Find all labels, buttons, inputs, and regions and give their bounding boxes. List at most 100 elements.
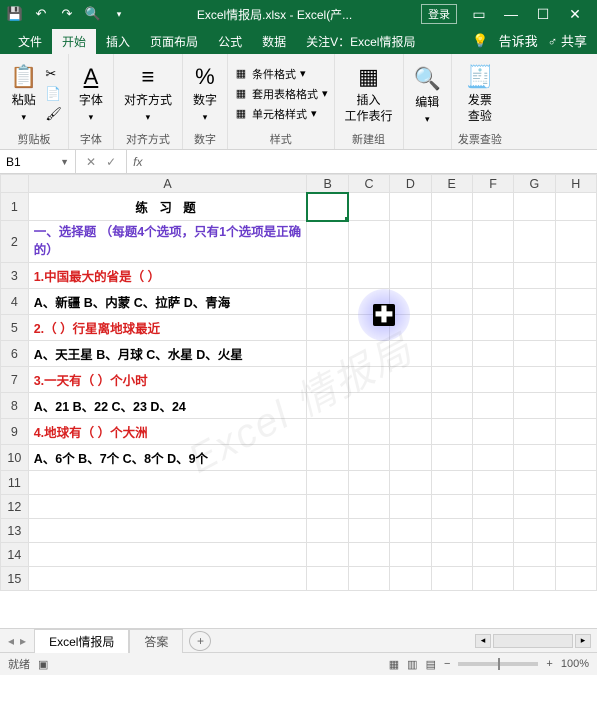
cell-H8[interactable] xyxy=(555,393,596,419)
cell-H1[interactable] xyxy=(555,193,596,221)
cell-D5[interactable] xyxy=(390,315,431,341)
undo-icon[interactable]: ↶ xyxy=(32,5,50,23)
cell-D10[interactable] xyxy=(390,445,431,471)
cell-G14[interactable] xyxy=(514,543,555,567)
cell-D14[interactable] xyxy=(390,543,431,567)
edit-button[interactable]: 🔍编辑▾ xyxy=(410,63,445,129)
cell-D13[interactable] xyxy=(390,519,431,543)
view-normal-icon[interactable]: ▦ xyxy=(389,658,399,671)
cell-H5[interactable] xyxy=(555,315,596,341)
row-head-15[interactable]: 15 xyxy=(1,567,29,591)
cell-A14[interactable] xyxy=(28,543,307,567)
cell-A11[interactable] xyxy=(28,471,307,495)
cell-B10[interactable] xyxy=(307,445,348,471)
cell-D8[interactable] xyxy=(390,393,431,419)
row-head-1[interactable]: 1 xyxy=(1,193,29,221)
cell-E1[interactable] xyxy=(431,193,472,221)
cell-H3[interactable] xyxy=(555,263,596,289)
cell-C10[interactable] xyxy=(348,445,389,471)
cell-E13[interactable] xyxy=(431,519,472,543)
cell-A13[interactable] xyxy=(28,519,307,543)
sheet-nav-next-icon[interactable]: ▸ xyxy=(20,634,26,648)
hscroll-track[interactable] xyxy=(493,634,573,648)
cell-E4[interactable] xyxy=(431,289,472,315)
cut-icon[interactable]: ✂ xyxy=(45,66,62,82)
cell-E10[interactable] xyxy=(431,445,472,471)
cell-G9[interactable] xyxy=(514,419,555,445)
ribbon-options-icon[interactable]: ▭ xyxy=(463,4,495,24)
cell-G15[interactable] xyxy=(514,567,555,591)
cell-G7[interactable] xyxy=(514,367,555,393)
cell-G8[interactable] xyxy=(514,393,555,419)
cell-D11[interactable] xyxy=(390,471,431,495)
cell-C12[interactable] xyxy=(348,495,389,519)
cell-D6[interactable] xyxy=(390,341,431,367)
cell-A1[interactable]: 练 习 题 xyxy=(28,193,307,221)
cell-H7[interactable] xyxy=(555,367,596,393)
share-button[interactable]: ♂ 共享 xyxy=(548,31,587,50)
row-head-8[interactable]: 8 xyxy=(1,393,29,419)
cell-G2[interactable] xyxy=(514,221,555,263)
cell-C11[interactable] xyxy=(348,471,389,495)
view-page-icon[interactable]: ▥ xyxy=(407,658,417,671)
cell-A5[interactable]: 2.（ ）行星离地球最近 xyxy=(28,315,307,341)
cell-G10[interactable] xyxy=(514,445,555,471)
sheet-nav[interactable]: ◂▸ xyxy=(0,634,34,648)
cell-B15[interactable] xyxy=(307,567,348,591)
sheet-tab-answers[interactable]: 答案 xyxy=(129,629,183,653)
row-head-2[interactable]: 2 xyxy=(1,221,29,263)
cell-H15[interactable] xyxy=(555,567,596,591)
row-head-6[interactable]: 6 xyxy=(1,341,29,367)
maximize-button[interactable]: ☐ xyxy=(527,4,559,24)
cell-styles-button[interactable]: ▦单元格样式 ▾ xyxy=(234,104,328,124)
cell-E7[interactable] xyxy=(431,367,472,393)
cell-G1[interactable] xyxy=(514,193,555,221)
cell-F13[interactable] xyxy=(472,519,513,543)
spreadsheet[interactable]: A B C D E F G H 1练 习 题2一、选择题 （每题4个选项，只有1… xyxy=(0,174,597,591)
cell-B9[interactable] xyxy=(307,419,348,445)
col-head-H[interactable]: H xyxy=(555,175,596,193)
tab-formulas[interactable]: 公式 xyxy=(208,29,252,54)
insert-rows-button[interactable]: ▦插入工作表行 xyxy=(341,61,397,127)
select-all-corner[interactable] xyxy=(1,175,29,193)
cell-B2[interactable] xyxy=(307,221,348,263)
cell-H2[interactable] xyxy=(555,221,596,263)
name-box[interactable]: B1 ▼ xyxy=(0,150,76,173)
col-head-E[interactable]: E xyxy=(431,175,472,193)
cell-C1[interactable] xyxy=(348,193,389,221)
cell-D1[interactable] xyxy=(390,193,431,221)
cell-F6[interactable] xyxy=(472,341,513,367)
cell-G4[interactable] xyxy=(514,289,555,315)
cell-F9[interactable] xyxy=(472,419,513,445)
cell-E8[interactable] xyxy=(431,393,472,419)
cell-F2[interactable] xyxy=(472,221,513,263)
cell-G11[interactable] xyxy=(514,471,555,495)
view-break-icon[interactable]: ▤ xyxy=(426,658,436,671)
col-head-F[interactable]: F xyxy=(472,175,513,193)
row-head-3[interactable]: 3 xyxy=(1,263,29,289)
cell-H6[interactable] xyxy=(555,341,596,367)
row-head-4[interactable]: 4 xyxy=(1,289,29,315)
cell-H4[interactable] xyxy=(555,289,596,315)
cell-B14[interactable] xyxy=(307,543,348,567)
cell-B1[interactable] xyxy=(307,193,348,221)
cell-C5[interactable] xyxy=(348,315,389,341)
redo-icon[interactable]: ↷ xyxy=(58,5,76,23)
save-icon[interactable]: 💾 xyxy=(6,5,24,23)
zoom-slider[interactable] xyxy=(458,662,538,666)
cell-C13[interactable] xyxy=(348,519,389,543)
col-head-C[interactable]: C xyxy=(348,175,389,193)
hscroll-right-icon[interactable]: ▸ xyxy=(575,634,591,648)
name-box-dropdown-icon[interactable]: ▼ xyxy=(60,157,69,167)
cell-A8[interactable]: A、21 B、22 C、23 D、24 xyxy=(28,393,307,419)
cell-A6[interactable]: A、天王星 B、月球 C、水星 D、火星 xyxy=(28,341,307,367)
cell-G13[interactable] xyxy=(514,519,555,543)
number-button[interactable]: %数字▾ xyxy=(189,61,221,127)
col-head-B[interactable]: B xyxy=(307,175,348,193)
format-painter-icon[interactable]: 🖌 xyxy=(45,106,62,122)
cell-E3[interactable] xyxy=(431,263,472,289)
cell-F11[interactable] xyxy=(472,471,513,495)
cell-H11[interactable] xyxy=(555,471,596,495)
cell-D7[interactable] xyxy=(390,367,431,393)
cell-H13[interactable] xyxy=(555,519,596,543)
